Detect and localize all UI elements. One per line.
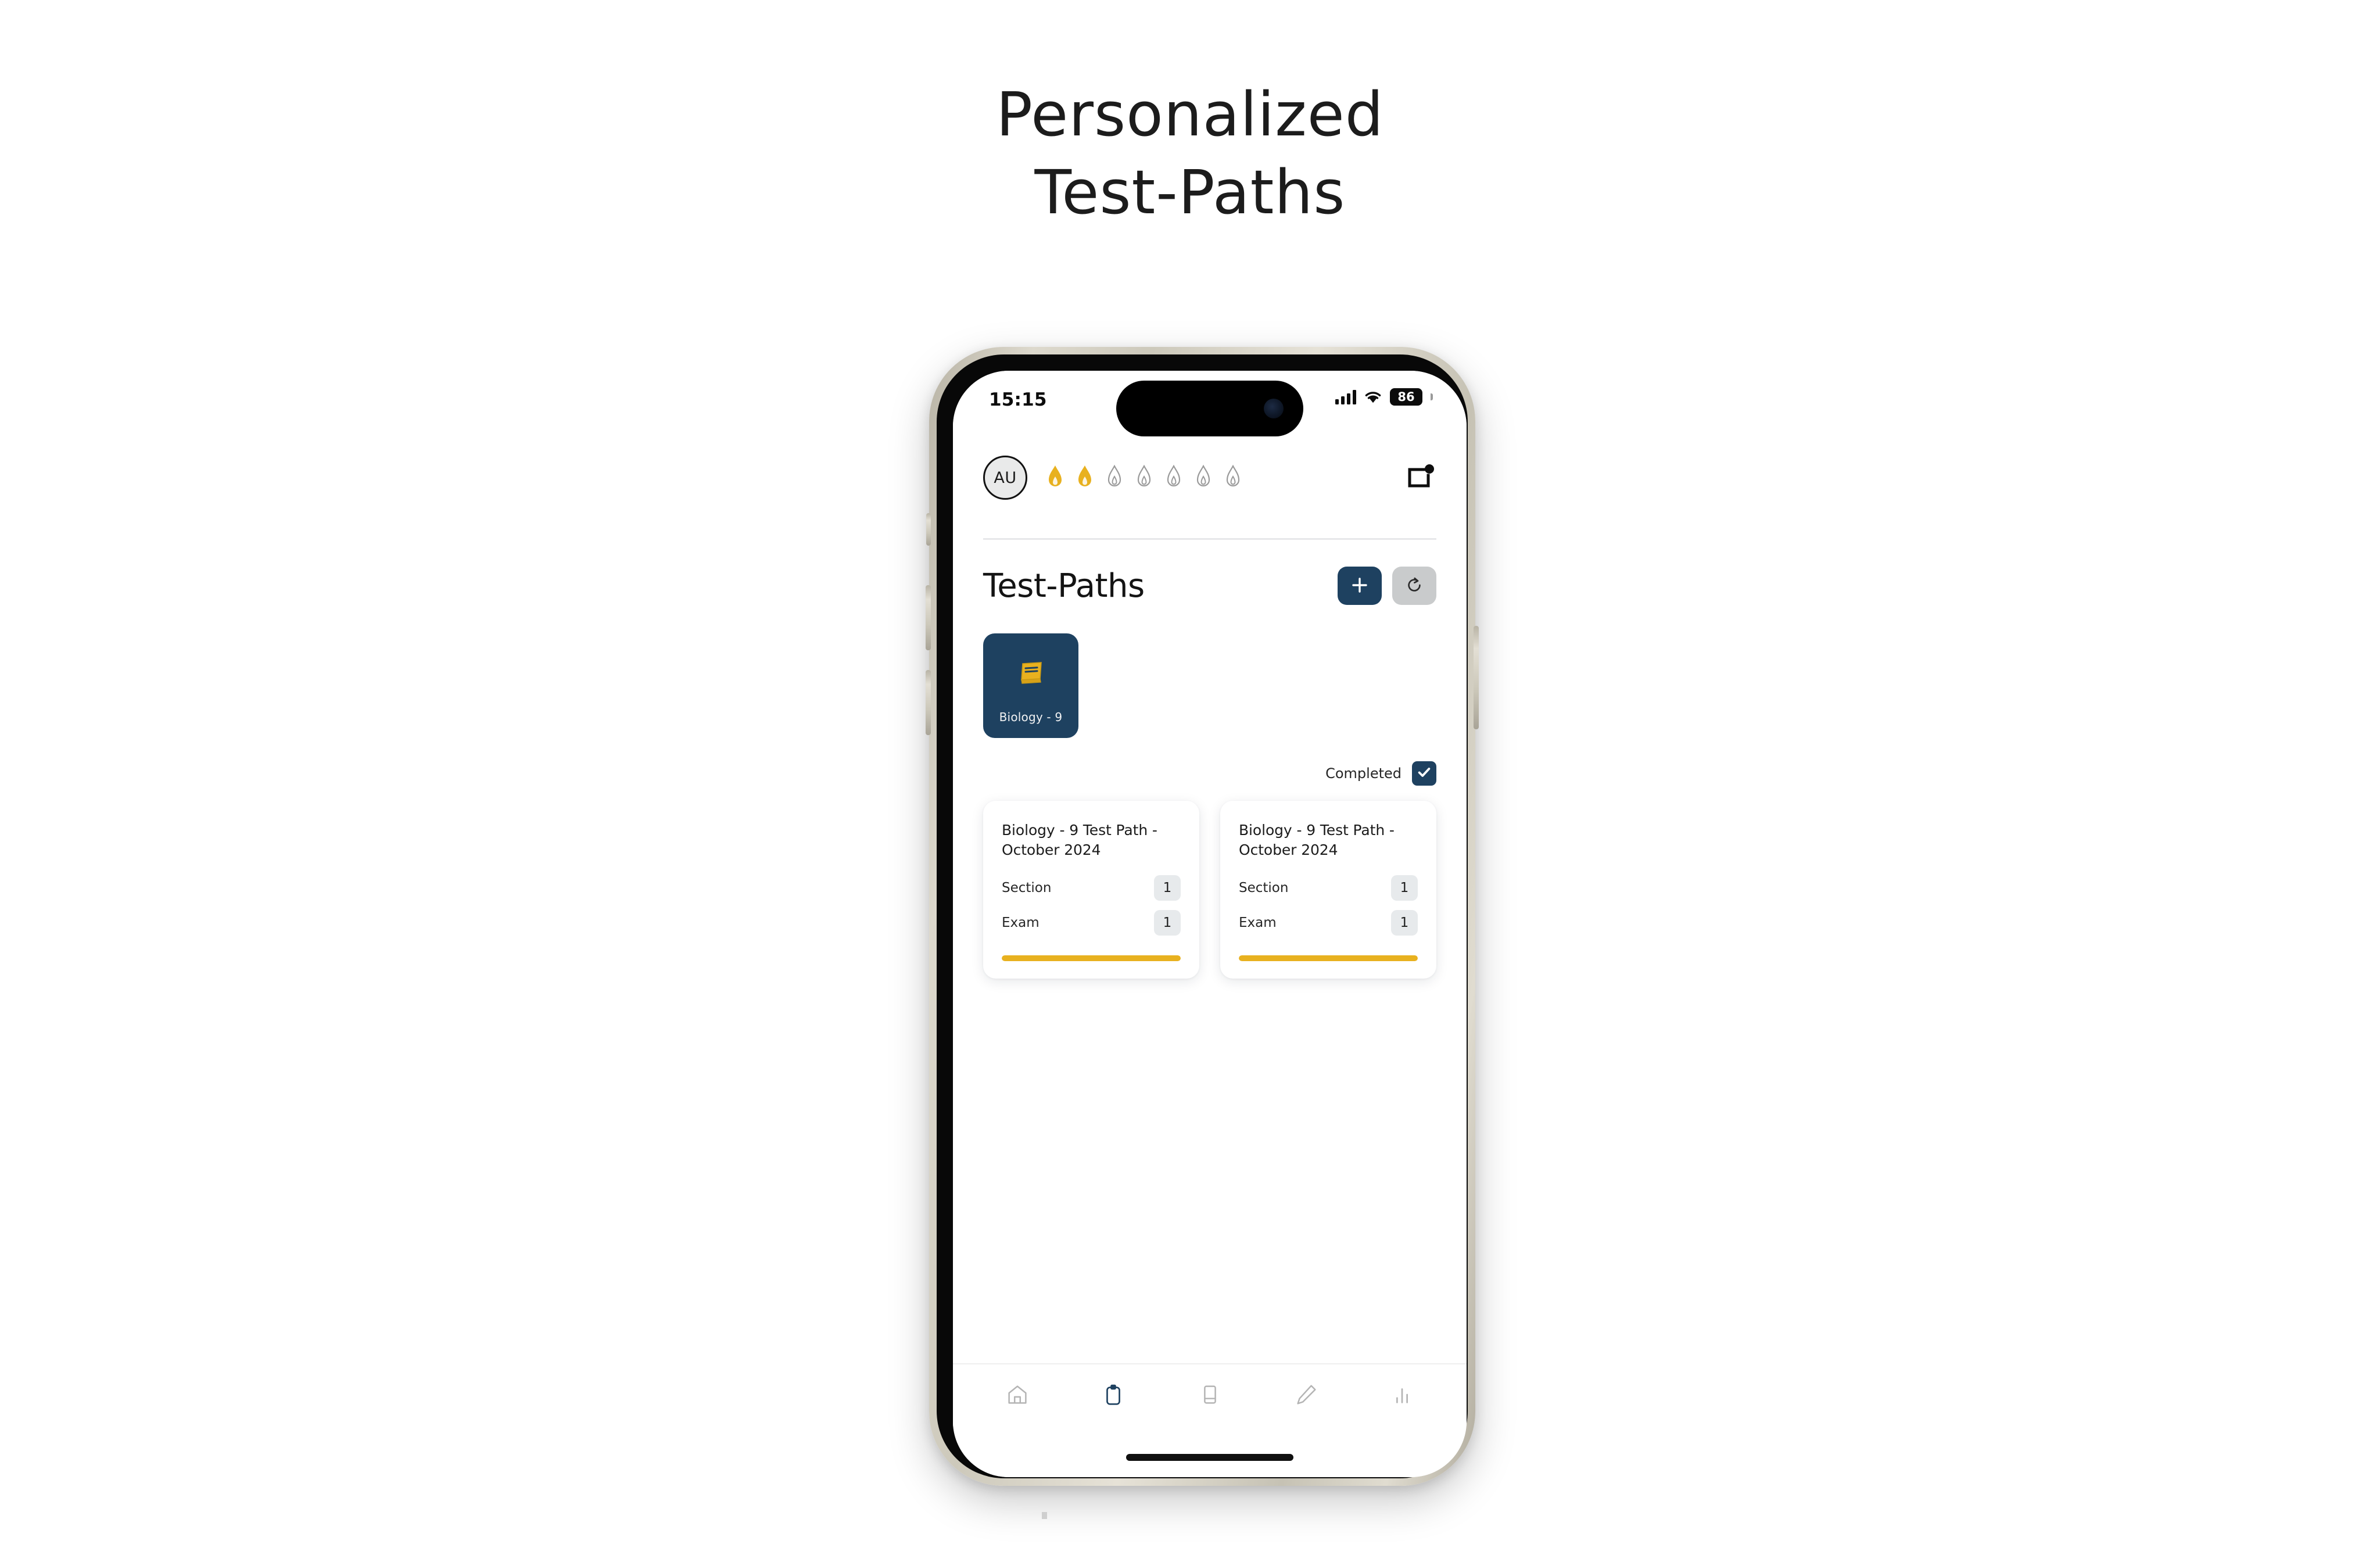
cellular-signal-icon <box>1335 389 1356 404</box>
nav-item-home[interactable] <box>996 1374 1039 1417</box>
plus-icon <box>1350 575 1370 597</box>
refresh-icon <box>1405 576 1424 596</box>
app-viewport: 15:15 86 AU Test-Paths Biology - 9 Compl… <box>953 371 1467 1477</box>
flame-icon[interactable] <box>1223 464 1243 491</box>
nav-item-test-paths[interactable] <box>1092 1374 1135 1417</box>
test-path-card[interactable]: Biology - 9 Test Path - October 2024 Sec… <box>983 801 1199 979</box>
test-path-stat-row: Exam 1 <box>1239 910 1418 936</box>
render-artifact-dot <box>1042 1512 1047 1519</box>
bottom-navigation <box>953 1363 1467 1427</box>
power-button[interactable] <box>1474 626 1479 729</box>
test-path-title: Biology - 9 Test Path - October 2024 <box>1002 822 1157 858</box>
silent-switch-button[interactable] <box>926 513 931 546</box>
app-top-bar: AU <box>953 446 1467 509</box>
headline-line-2: Test-Paths <box>1034 157 1346 228</box>
dynamic-island <box>1116 381 1303 436</box>
volume-down-button[interactable] <box>926 670 931 735</box>
notification-badge-icon[interactable] <box>1406 463 1436 493</box>
book-icon <box>1016 659 1046 687</box>
volume-up-button[interactable] <box>926 585 931 650</box>
clipboard-icon <box>1100 1381 1127 1410</box>
subject-label: Biology - 9 <box>999 710 1063 724</box>
progress-bar-fill <box>1239 955 1418 961</box>
stat-value-badge: 1 <box>1391 910 1418 936</box>
flame-icon[interactable] <box>1163 464 1184 491</box>
home-indicator[interactable] <box>1126 1454 1293 1461</box>
test-path-title: Biology - 9 Test Path - October 2024 <box>1239 822 1395 858</box>
progress-bar <box>1239 955 1418 961</box>
test-path-stat-row: Section 1 <box>1239 875 1418 901</box>
completed-filter[interactable]: Completed <box>1325 761 1436 786</box>
stat-value-badge: 1 <box>1154 910 1181 936</box>
book-icon <box>1196 1381 1223 1410</box>
status-bar: 15:15 86 <box>953 371 1467 436</box>
status-bar-time: 15:15 <box>989 389 1047 410</box>
status-bar-indicators: 86 <box>1335 388 1433 406</box>
test-path-card[interactable]: Biology - 9 Test Path - October 2024 Sec… <box>1220 801 1436 979</box>
add-test-path-button[interactable] <box>1338 567 1382 605</box>
header-actions <box>1338 567 1436 605</box>
progress-bar-fill <box>1002 955 1181 961</box>
nav-item-notes[interactable] <box>1285 1374 1328 1417</box>
subject-card-biology[interactable]: Biology - 9 <box>983 633 1078 738</box>
flame-icon[interactable] <box>1074 464 1095 491</box>
streak-flames <box>1045 464 1243 491</box>
refresh-button[interactable] <box>1392 567 1436 605</box>
section-header: Test-Paths <box>983 558 1436 614</box>
pencil-icon <box>1293 1381 1320 1410</box>
completed-filter-label: Completed <box>1325 765 1402 782</box>
stat-value-badge: 1 <box>1391 875 1418 901</box>
stat-label: Section <box>1002 880 1052 895</box>
headline-line-1: Personalized <box>996 79 1384 150</box>
stat-label: Exam <box>1239 915 1277 930</box>
flame-icon[interactable] <box>1134 464 1155 491</box>
progress-bar <box>1002 955 1181 961</box>
check-icon <box>1416 764 1432 783</box>
flame-icon[interactable] <box>1104 464 1125 491</box>
test-path-stat-row: Exam 1 <box>1002 910 1181 936</box>
test-path-card-list: Biology - 9 Test Path - October 2024 Sec… <box>983 801 1436 979</box>
bar-chart-icon <box>1389 1381 1415 1410</box>
section-title: Test-Paths <box>983 567 1145 605</box>
completed-checkbox[interactable] <box>1412 761 1436 786</box>
poster-canvas: Personalized Test-Paths 15:15 86 AU Test… <box>0 0 2380 1562</box>
stat-label: Exam <box>1002 915 1040 930</box>
flame-icon[interactable] <box>1193 464 1214 491</box>
stat-value-badge: 1 <box>1154 875 1181 901</box>
page-title: Personalized Test-Paths <box>0 76 2380 231</box>
nav-item-library[interactable] <box>1188 1374 1231 1417</box>
nav-item-stats[interactable] <box>1381 1374 1424 1417</box>
subject-filter-list: Biology - 9 <box>983 633 1436 738</box>
battery-tip-icon <box>1431 393 1433 400</box>
phone-screen: 15:15 86 AU Test-Paths Biology - 9 Compl… <box>953 371 1467 1477</box>
header-divider <box>983 538 1436 540</box>
home-icon <box>1004 1381 1031 1410</box>
test-path-stat-row: Section 1 <box>1002 875 1181 901</box>
battery-indicator: 86 <box>1390 388 1422 406</box>
front-camera-icon <box>1264 399 1284 418</box>
flame-icon[interactable] <box>1045 464 1066 491</box>
stat-label: Section <box>1239 880 1289 895</box>
avatar[interactable]: AU <box>983 456 1027 500</box>
phone-device-frame: 15:15 86 AU Test-Paths Biology - 9 Compl… <box>926 347 1479 1486</box>
wifi-icon <box>1363 389 1383 404</box>
phone-bezel: 15:15 86 AU Test-Paths Biology - 9 Compl… <box>937 354 1468 1478</box>
